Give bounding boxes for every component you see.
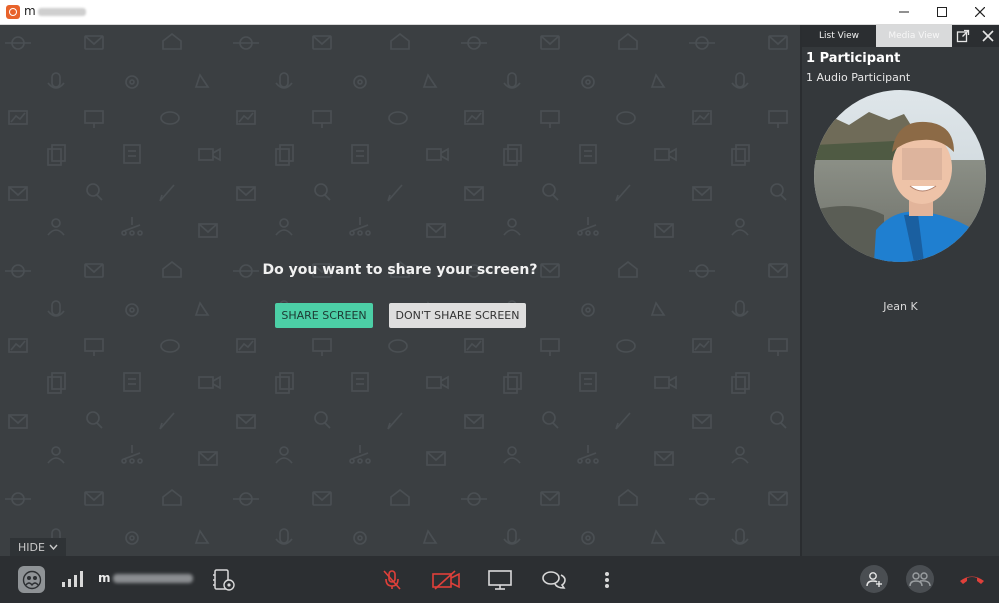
panel-tabbar: List View Media View	[802, 25, 999, 47]
participant-count: 1 Participant	[806, 51, 901, 66]
screen-share-icon	[488, 570, 512, 590]
video-button[interactable]	[430, 566, 462, 594]
window-title: m	[24, 4, 86, 18]
camera-off-icon	[432, 570, 460, 590]
chat-icon	[542, 571, 566, 589]
background-pattern	[0, 25, 800, 556]
signal-strength-icon	[62, 571, 83, 587]
hang-up-button[interactable]	[956, 568, 988, 590]
maximize-icon	[937, 7, 947, 17]
group-button[interactable]	[906, 565, 934, 593]
participant-name: Jean K	[883, 300, 918, 313]
redacted-meeting-id	[112, 574, 193, 583]
tab-list-view[interactable]: List View	[802, 25, 876, 47]
chat-button[interactable]	[540, 566, 568, 594]
participants-button[interactable]	[18, 566, 45, 593]
add-participant-icon	[866, 572, 882, 587]
meeting-name: m	[98, 571, 193, 585]
audio-participant-count: 1 Audio Participant	[806, 71, 911, 84]
screen-share-button[interactable]	[486, 566, 514, 594]
share-screen-prompt: Do you want to share your screen?	[262, 262, 538, 278]
avatar-photo	[814, 90, 986, 262]
panel-close-icon[interactable]	[980, 28, 996, 44]
signal-strength	[60, 570, 84, 588]
hide-toolbar-toggle[interactable]: HIDE	[10, 538, 66, 556]
microphone-muted-icon	[383, 570, 401, 590]
close-icon	[975, 7, 985, 17]
maximize-button[interactable]	[923, 0, 961, 24]
share-screen-button[interactable]: SHARE SCREEN	[275, 303, 373, 328]
window-titlebar: m	[0, 0, 999, 25]
bottom-toolbar: m	[0, 556, 999, 603]
more-options-icon	[605, 572, 609, 588]
participants-icon	[22, 570, 41, 589]
tab-media-view[interactable]: Media View	[876, 25, 952, 47]
dont-share-screen-button[interactable]: DON'T SHARE SCREEN	[389, 303, 526, 328]
group-icon	[909, 572, 931, 587]
participant-avatar[interactable]	[814, 90, 986, 262]
minimize-button[interactable]	[885, 0, 923, 24]
chevron-down-icon	[49, 544, 58, 550]
redacted-title	[38, 7, 86, 16]
add-participant-button[interactable]	[860, 565, 888, 593]
phone-settings-button[interactable]	[211, 567, 237, 593]
hide-label: HIDE	[18, 540, 45, 554]
minimize-icon	[899, 11, 909, 13]
participants-panel: List View Media View 1 Participant 1 Aud…	[802, 25, 999, 556]
mute-button[interactable]	[378, 566, 406, 594]
video-stage: Do you want to share your screen? SHARE …	[0, 25, 800, 556]
more-options-button[interactable]	[598, 568, 616, 592]
popout-icon[interactable]	[956, 29, 970, 43]
hang-up-icon	[960, 576, 984, 584]
phone-settings-icon	[213, 569, 235, 591]
window-close-button[interactable]	[961, 0, 999, 24]
app-logo-icon	[6, 5, 20, 19]
